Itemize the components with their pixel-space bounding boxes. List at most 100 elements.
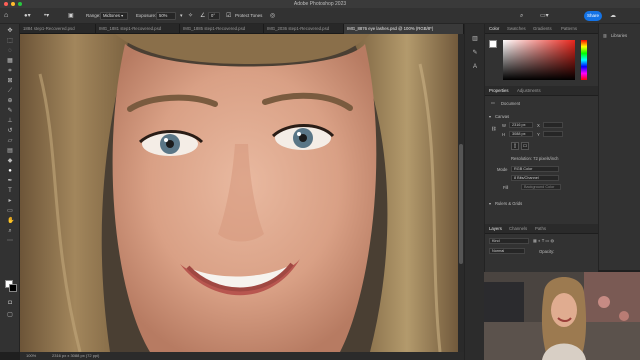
eyedropper-tool-icon[interactable]: ⟋ <box>7 88 13 94</box>
range-label: Range: <box>86 13 101 18</box>
brush-preset-icon[interactable]: •▾ <box>44 8 49 24</box>
webcam-overlay <box>484 272 640 360</box>
eraser-tool-icon[interactable]: ▱ <box>7 138 13 144</box>
scrollbar-thumb[interactable] <box>459 144 463 264</box>
layers-panel-tabs: Layers Channels Paths <box>485 224 599 234</box>
more-tools-icon[interactable]: ⋯ <box>7 238 13 244</box>
color-swatch-fg[interactable] <box>489 40 497 48</box>
height-field[interactable]: 3088 px <box>509 131 533 137</box>
title-bar: Adobe Photoshop 2023 <box>0 0 640 8</box>
libraries-icon[interactable]: ▥ <box>603 33 607 38</box>
protect-tones-checkbox[interactable]: ☑ <box>226 8 231 24</box>
color-picker-field[interactable] <box>503 40 575 80</box>
angle-icon: ∠ <box>200 13 206 19</box>
brushes-panel-icon[interactable]: ✎ <box>472 50 478 56</box>
gradient-tool-icon[interactable]: ▤ <box>7 148 13 154</box>
quick-mask-icon[interactable]: ◘ <box>7 300 13 306</box>
pen-tool-icon[interactable]: ✒ <box>7 178 13 184</box>
blur-tool-icon[interactable]: ◆ <box>7 158 13 164</box>
x-field[interactable] <box>543 122 563 128</box>
hue-slider[interactable] <box>581 40 587 80</box>
move-tool-icon[interactable]: ✥ <box>7 28 13 34</box>
tab-gradients[interactable]: Gradients <box>533 24 552 34</box>
cloud-icon[interactable]: ☁ <box>610 8 616 24</box>
document-tab-active[interactable]: IMG_8876 eye lashes.psd @ 100% (RGB/8*) <box>344 24 464 34</box>
healing-brush-tool-icon[interactable]: ⊕ <box>7 98 13 104</box>
path-selection-tool-icon[interactable]: ▸ <box>7 198 13 204</box>
character-panel-icon[interactable]: A <box>472 64 478 70</box>
object-selection-tool-icon[interactable]: ▦ <box>7 58 13 64</box>
presenter-video <box>484 272 640 360</box>
properties-panel-tabs: Properties Adjustments <box>485 86 599 96</box>
collapsed-panel-strip: ▥ ✎ A <box>464 24 484 360</box>
fill-label: Fill <box>503 185 509 190</box>
canvas-section-toggle[interactable]: ▾ <box>489 114 491 119</box>
tab-properties[interactable]: Properties <box>489 86 509 96</box>
angle-input[interactable]: 0° <box>208 12 220 20</box>
angle-value: 0° <box>211 13 216 18</box>
options-bar: ⌂ ●▾ •▾ ▣ Range: Midtones ▾ Exposure: 50… <box>0 8 640 24</box>
frame-tool-icon[interactable]: ⊠ <box>7 78 13 84</box>
document-canvas[interactable] <box>20 34 464 352</box>
zoom-level[interactable]: 100% <box>26 352 36 360</box>
share-button[interactable]: Share <box>584 11 602 21</box>
document-tab[interactable]: 1884 step1-Recovered.psd <box>20 24 96 34</box>
range-value: Midtones <box>103 13 120 18</box>
rulers-section-toggle[interactable]: ▾ <box>489 201 491 206</box>
layer-filter-icons[interactable]: ▦ ◐ T ▭ ◍ <box>533 238 554 243</box>
document-tab[interactable]: IMG_2036 step1-Recovered.psd <box>264 24 344 34</box>
workspace-icon[interactable]: ▭▾ <box>540 8 549 24</box>
document-icon: ▭ <box>491 100 495 105</box>
rectangle-tool-icon[interactable]: ▭ <box>7 208 13 214</box>
history-panel-icon[interactable]: ▥ <box>472 36 478 42</box>
libraries-label[interactable]: Libraries <box>611 33 627 38</box>
x-label: X <box>537 123 540 128</box>
fill-select[interactable]: Background Color <box>521 184 561 190</box>
mode-select[interactable]: RGB Color <box>511 166 559 172</box>
document-tab[interactable]: IMG_1881 step1-Recovered.psd <box>96 24 180 34</box>
rulers-grids-label: Rulers & Grids <box>495 201 523 206</box>
tab-color[interactable]: Color <box>489 24 499 34</box>
range-select[interactable]: Midtones ▾ <box>100 12 128 20</box>
exposure-input[interactable]: 50% <box>156 12 176 20</box>
tab-layers[interactable]: Layers <box>489 224 502 234</box>
exposure-dropdown-icon[interactable]: ▾ <box>180 8 183 24</box>
layer-kind-filter[interactable]: Kind <box>489 238 529 244</box>
mode-label: Mode <box>497 167 508 172</box>
clone-stamp-tool-icon[interactable]: ⊥ <box>7 118 13 124</box>
tab-adjustments[interactable]: Adjustments <box>517 86 541 96</box>
lasso-tool-icon[interactable]: ◌ <box>7 48 13 54</box>
home-icon[interactable]: ⌂ <box>4 8 8 24</box>
opacity-label: Opacity: <box>539 249 555 254</box>
hand-tool-icon[interactable]: ✋ <box>7 218 14 224</box>
bit-depth-select[interactable]: 8 Bits/Channel <box>511 175 559 181</box>
brush-settings-icon[interactable]: ▣ <box>68 8 74 24</box>
width-field[interactable]: 2316 px <box>509 122 533 128</box>
portrait-photo <box>20 34 464 352</box>
dodge-tool-preset-icon[interactable]: ●▾ <box>24 8 31 24</box>
zoom-tool-icon[interactable]: ⌕ <box>7 228 13 234</box>
brush-tool-icon[interactable]: ✎ <box>7 108 13 114</box>
blend-mode-select[interactable]: Normal <box>489 248 525 254</box>
history-brush-tool-icon[interactable]: ↺ <box>7 128 13 134</box>
tab-paths[interactable]: Paths <box>535 224 546 234</box>
portrait-orientation-button[interactable]: ▯ <box>511 142 519 150</box>
dodge-tool-icon[interactable]: ● <box>7 168 13 174</box>
status-bar: 100% 2316 px x 3088 px (72 ppi) <box>20 352 464 360</box>
tab-patterns[interactable]: Patterns <box>561 24 577 34</box>
background-color-swatch[interactable] <box>9 284 17 292</box>
marquee-tool-icon[interactable]: ⬚ <box>7 38 13 44</box>
link-icon[interactable]: ⛓ <box>491 126 496 132</box>
crop-tool-icon[interactable]: ⌗ <box>7 68 13 74</box>
screen-mode-icon[interactable]: ▢ <box>7 312 13 318</box>
pressure-size-icon[interactable]: ◎ <box>270 8 275 24</box>
tab-swatches[interactable]: Swatches <box>507 24 526 34</box>
search-icon[interactable]: ⌕ <box>520 8 523 24</box>
color-panel-tabs: Color Swatches Gradients Patterns <box>485 24 599 34</box>
document-tab[interactable]: IMG_1885 step1-Recovered.psd <box>180 24 264 34</box>
type-tool-icon[interactable]: T <box>7 188 13 194</box>
y-field[interactable] <box>543 131 563 137</box>
tab-channels[interactable]: Channels <box>509 224 527 234</box>
airbrush-icon[interactable]: ✧ <box>188 8 193 24</box>
landscape-orientation-button[interactable]: ▭ <box>521 142 529 150</box>
